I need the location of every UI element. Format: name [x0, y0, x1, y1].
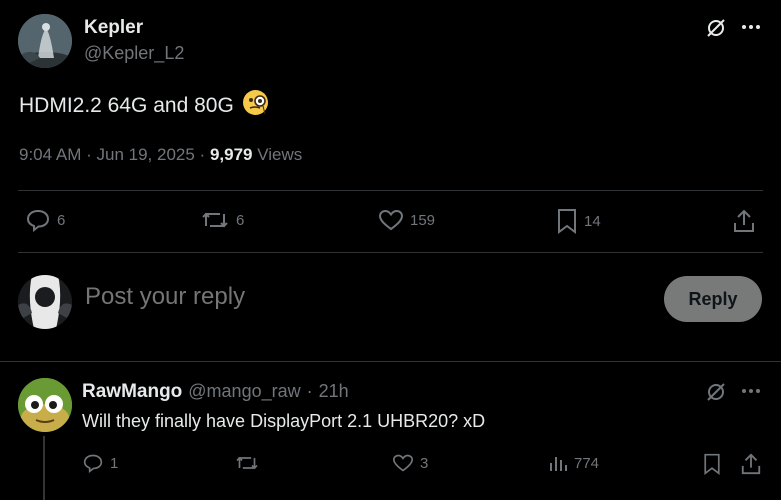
- bookmark-icon: [556, 208, 578, 234]
- reply-button[interactable]: Reply: [664, 276, 762, 322]
- reply-like-action[interactable]: 3: [392, 453, 428, 473]
- divider: [18, 190, 763, 191]
- reply-text: Will they finally have DisplayPort 2.1 U…: [82, 411, 486, 431]
- monocle-face-icon: [242, 89, 269, 122]
- share-action[interactable]: [732, 208, 756, 234]
- user-avatar[interactable]: [18, 275, 72, 329]
- reply-author-handle[interactable]: @mango_raw: [188, 381, 300, 402]
- reply-icon: [25, 208, 51, 232]
- more-icon[interactable]: [741, 388, 761, 394]
- tweet-date[interactable]: Jun 19, 2025: [97, 145, 195, 164]
- like-icon: [378, 208, 404, 232]
- tweet-time[interactable]: 9:04 AM: [19, 145, 81, 164]
- grok-icon[interactable]: [705, 17, 727, 39]
- reply-header: RawMango @mango_raw · 21h: [82, 381, 349, 403]
- bookmark-icon[interactable]: [702, 453, 722, 475]
- repost-icon: [200, 208, 230, 232]
- author-name[interactable]: Kepler: [84, 17, 143, 39]
- repost-action[interactable]: 6: [200, 208, 244, 232]
- reply-time[interactable]: 21h: [319, 381, 349, 402]
- grok-icon[interactable]: [705, 381, 727, 403]
- repost-count: 6: [236, 211, 245, 229]
- reply-count: 6: [57, 211, 66, 229]
- reply-action[interactable]: 6: [25, 208, 65, 232]
- reply-reply-count: 1: [110, 454, 119, 472]
- tweet-meta: 9:04 AM · Jun 19, 2025 · 9,979 Views: [19, 145, 303, 164]
- tweet-text: HDMI2.2 64G and 80G: [19, 89, 269, 122]
- divider: [18, 252, 763, 253]
- share-icon: [732, 208, 756, 234]
- bookmark-count: 14: [584, 212, 601, 230]
- bookmark-action[interactable]: 14: [556, 208, 601, 234]
- share-icon[interactable]: [740, 452, 762, 476]
- like-count: 159: [410, 211, 436, 229]
- more-icon[interactable]: [741, 24, 761, 30]
- reply-icon: [82, 453, 104, 473]
- views-count: 9,979: [209, 145, 253, 164]
- reply-author-name[interactable]: RawMango: [82, 381, 182, 403]
- reply-input[interactable]: [85, 283, 625, 311]
- reply-repost-action[interactable]: [234, 453, 266, 473]
- reply-views-action[interactable]: 774: [548, 453, 599, 473]
- reply-views-count: 774: [574, 454, 600, 472]
- reply-reply-action[interactable]: 1: [82, 453, 118, 473]
- like-action[interactable]: 159: [378, 208, 435, 232]
- repost-icon: [234, 453, 260, 473]
- tweet-body: HDMI2.2 64G and 80G: [19, 93, 234, 117]
- views-icon: [548, 453, 568, 473]
- reply-like-count: 3: [420, 454, 429, 472]
- views-label: Views: [257, 145, 303, 164]
- author-avatar[interactable]: [18, 14, 72, 68]
- like-icon: [392, 453, 414, 473]
- author-handle[interactable]: @Kepler_L2: [84, 43, 184, 64]
- divider: [0, 361, 781, 362]
- reply-author-avatar[interactable]: [18, 378, 72, 432]
- thread-line: [43, 436, 45, 500]
